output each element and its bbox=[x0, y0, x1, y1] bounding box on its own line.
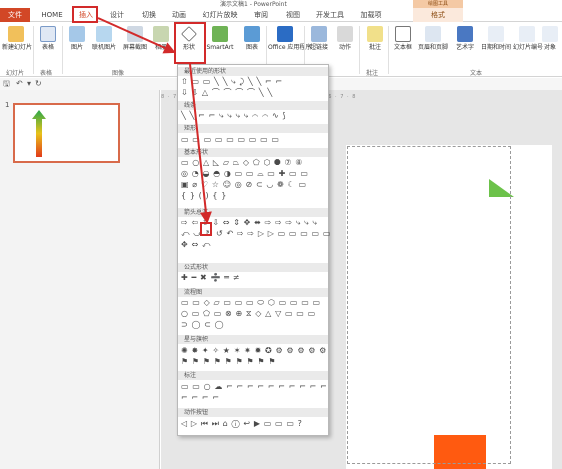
annotation-arrows bbox=[97, 17, 212, 224]
powerpoint-window: 演示文稿1 - PowerPoint 绘图工具 文件 HOME 插入 设计 切换… bbox=[0, 0, 562, 469]
